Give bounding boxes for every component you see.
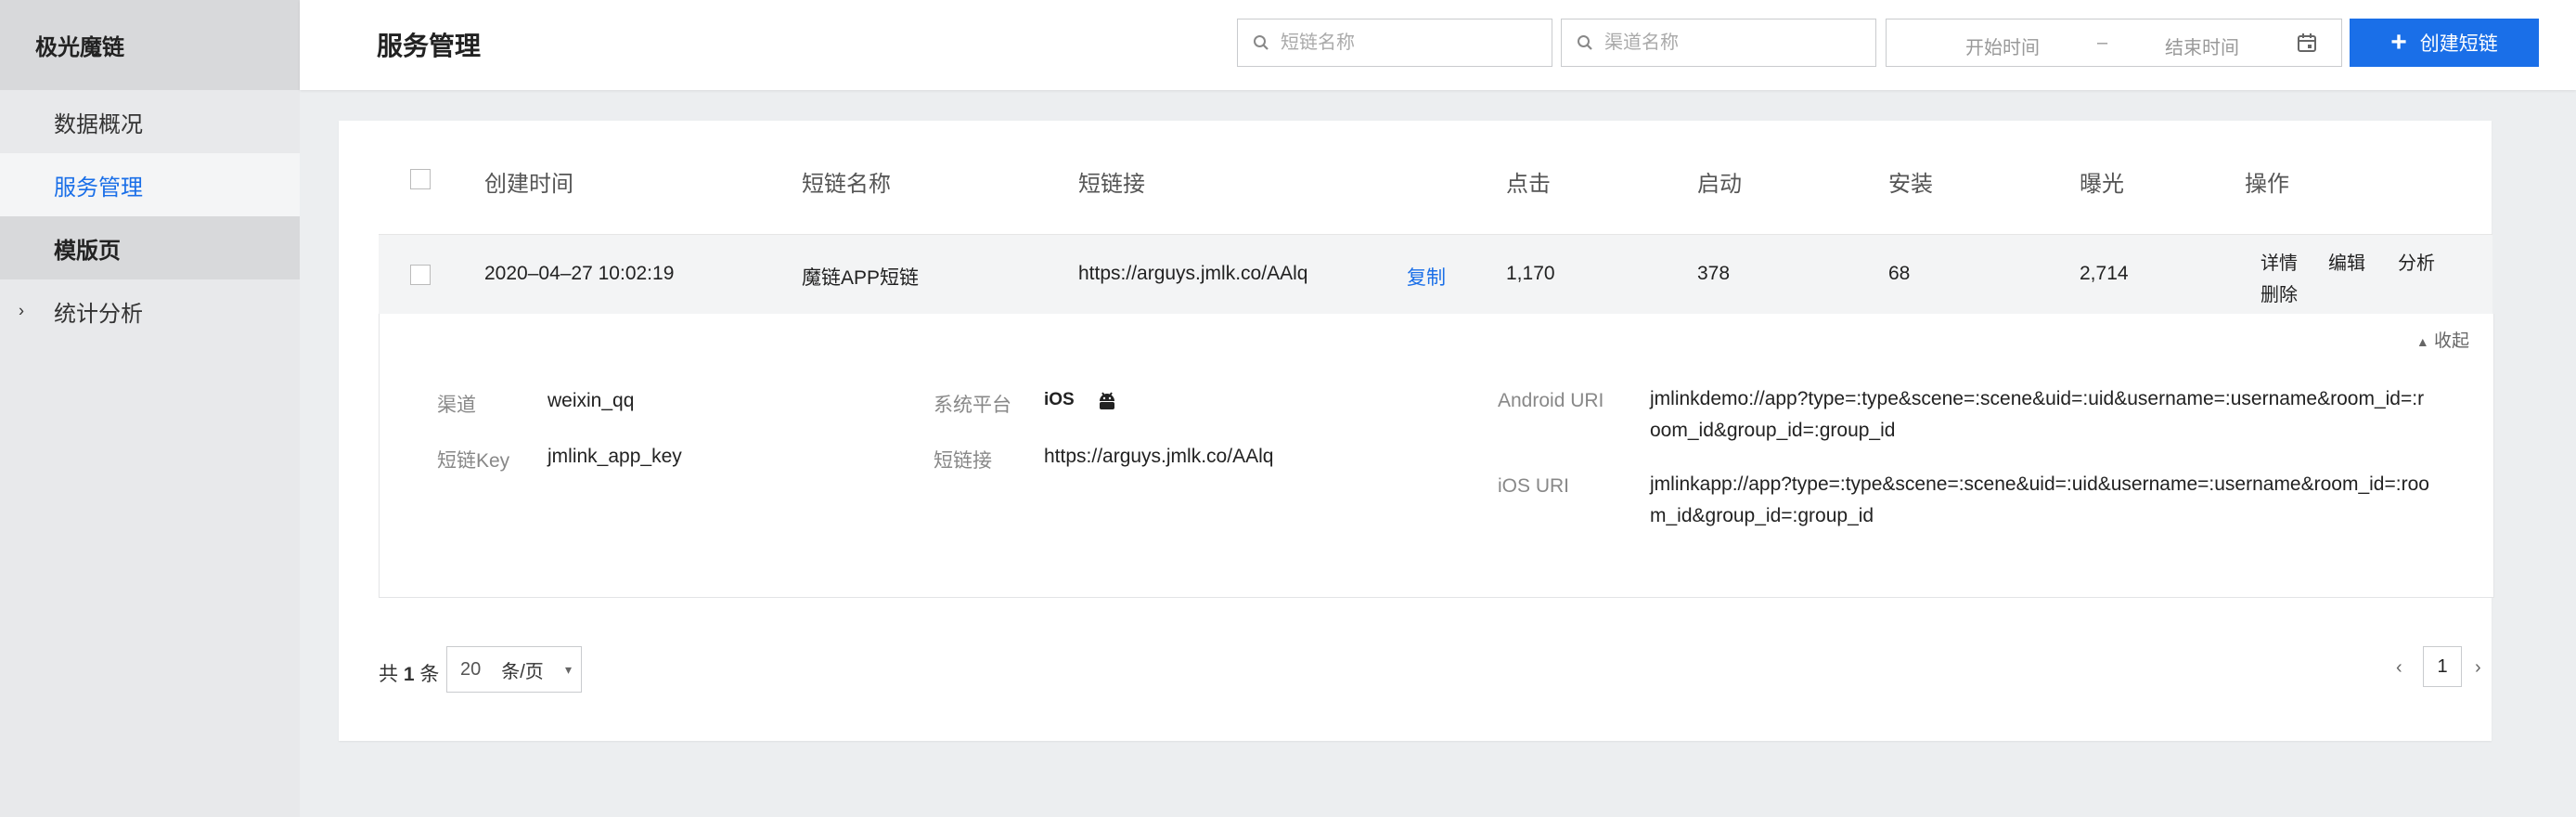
sidebar-item-overview[interactable]: 数据概况 — [0, 90, 300, 153]
row-checkbox[interactable] — [410, 265, 431, 285]
short-link-search[interactable] — [1237, 19, 1552, 67]
analyze-link[interactable]: 分析 — [2398, 248, 2435, 275]
search-icon — [1254, 35, 1269, 50]
row-exposures: 2,714 — [2080, 263, 2129, 284]
prev-page-icon[interactable]: ‹ — [2396, 657, 2402, 679]
row-installs: 68 — [1888, 263, 1911, 284]
platform-label: 系统平台 — [934, 395, 1011, 416]
edit-link[interactable]: 编辑 — [2328, 248, 2365, 275]
sidebar-item-statistics[interactable]: › 统计分析 — [0, 279, 300, 343]
column-header-launches: 启动 — [1697, 172, 1742, 197]
page-size-unit: 条/页 — [501, 661, 544, 682]
short-link-search-input[interactable] — [1281, 32, 1513, 54]
page-size-value: 20 — [460, 658, 482, 680]
calendar-icon[interactable] — [2297, 32, 2317, 53]
chevron-down-icon: ▾ — [564, 662, 572, 677]
page-size-select[interactable]: 20 条/页 ▾ — [446, 646, 582, 693]
column-header-actions: 操作 — [2245, 172, 2289, 197]
date-range-picker[interactable]: 开始时间 – 结束时间 — [1886, 19, 2342, 67]
column-header-exposures: 曝光 — [2080, 172, 2124, 197]
column-header-installs: 安装 — [1888, 172, 1933, 197]
copy-link[interactable]: 复制 — [1407, 263, 1446, 291]
channel-value: weixin_qq — [547, 390, 635, 411]
create-short-link-label: 创建短链 — [2419, 33, 2498, 55]
column-header-name: 短链名称 — [802, 172, 891, 197]
page-title: 服务管理 — [377, 32, 482, 60]
select-all-checkbox[interactable] — [410, 169, 431, 189]
android-uri-value: jmlinkdemo://app?type=:type&scene=:scene… — [1650, 388, 2425, 441]
page-number-current[interactable]: 1 — [2423, 646, 2462, 687]
sidebar-item-label: 统计分析 — [54, 301, 143, 327]
sidebar-item-label: 服务管理 — [54, 175, 143, 201]
sidebar-item-label: 数据概况 — [54, 111, 143, 137]
column-header-created: 创建时间 — [484, 172, 573, 197]
android-icon — [1100, 392, 1114, 409]
next-page-icon[interactable]: › — [2475, 657, 2481, 679]
search-icon — [1578, 35, 1592, 50]
ios-uri-label: iOS URI — [1498, 475, 1570, 497]
channel-search[interactable] — [1561, 19, 1876, 67]
plus-icon: + — [2390, 27, 2407, 58]
detail-short-link-label: 短链接 — [934, 450, 992, 472]
android-uri-label: Android URI — [1498, 390, 1604, 411]
total-count-number: 1 — [403, 664, 415, 685]
sidebar-item-templates[interactable]: 模版页 — [0, 216, 300, 279]
row-detail-panel: ▲ 收起 渠道 weixin_qq 短链Key jmlink_app_key 系… — [379, 314, 2494, 598]
app-logo: 极光魔链 — [0, 0, 300, 90]
sidebar: 极光魔链 数据概况 服务管理 模版页 › 统计分析 — [0, 0, 300, 817]
column-header-clicks: 点击 — [1506, 172, 1551, 197]
total-count: 共 1 条 — [379, 664, 440, 685]
sidebar-item-label: 模版页 — [54, 238, 121, 264]
create-short-link-button[interactable]: + 创建短链 — [2350, 19, 2539, 67]
short-link-key-value: jmlink_app_key — [547, 446, 682, 467]
end-time-input[interactable]: 结束时间 — [2165, 32, 2239, 59]
collapse-label: 收起 — [2433, 331, 2469, 351]
row-launches: 378 — [1697, 263, 1731, 284]
detail-link[interactable]: 详情 — [2260, 248, 2298, 275]
row-short-url: https://arguys.jmlk.co/AAlq — [1078, 263, 1308, 284]
short-link-key-label: 短链Key — [437, 450, 510, 472]
column-header-url: 短链接 — [1078, 172, 1145, 197]
start-time-input[interactable]: 开始时间 — [1965, 32, 2040, 59]
detail-short-link-value: https://arguys.jmlk.co/AAlq — [1044, 446, 1274, 467]
channel-search-input[interactable] — [1604, 32, 1836, 54]
row-created-time: 2020–04–27 10:02:19 — [484, 263, 675, 284]
range-separator: – — [2097, 32, 2108, 53]
sidebar-item-service-management[interactable]: 服务管理 — [0, 153, 300, 216]
row-link-name: 魔链APP短链 — [802, 267, 920, 289]
ios-uri-value: jmlinkapp://app?type=:type&scene=:scene&… — [1650, 473, 2429, 526]
page-header: 服务管理 开始时间 – 结束时间 + 创建短链 — [300, 0, 2576, 90]
chevron-right-icon: › — [19, 301, 24, 320]
short-link-table-card: 创建时间 短链名称 短链接 点击 启动 安装 曝光 操作 2020–04–27 … — [339, 121, 2494, 741]
ios-icon: iOS — [1044, 390, 1075, 409]
channel-label: 渠道 — [437, 395, 476, 416]
chevron-up-icon: ▲ — [2415, 334, 2429, 349]
row-clicks: 1,170 — [1506, 263, 1555, 284]
collapse-toggle[interactable]: ▲ 收起 — [2416, 327, 2469, 352]
delete-link[interactable]: 删除 — [2260, 279, 2298, 306]
